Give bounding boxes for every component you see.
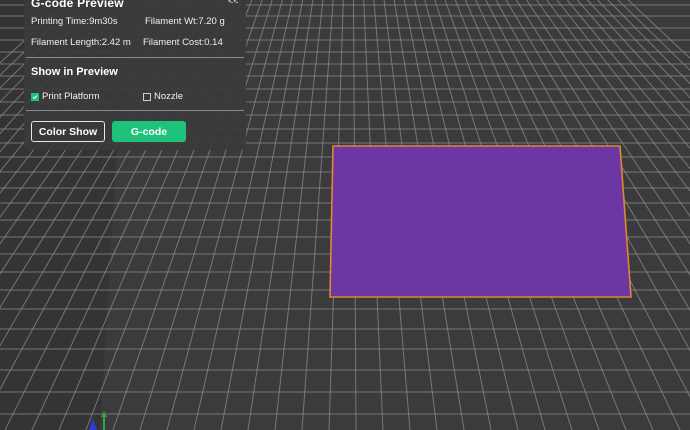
gcode-preview-panel: G-code Preview << Printing Time:9m30s Fi… [24,0,246,150]
filament-cost-stat: Filament Cost:0.14 [143,37,223,48]
nozzle-checkbox[interactable]: Nozzle [143,91,183,102]
checkbox-unchecked-icon [143,92,151,101]
3d-viewport[interactable]: G-code Preview << Printing Time:9m30s Fi… [0,0,690,430]
printed-layer [329,145,632,298]
collapse-panel-button[interactable]: << [228,0,239,6]
print-platform-checkbox[interactable]: Print Platform [31,91,100,102]
color-show-button[interactable]: Color Show [31,121,105,142]
printing-time-stat: Printing Time:9m30s [31,16,118,27]
filament-weight-stat: Filament Wt:7.20 g [145,16,225,27]
checkbox-checked-icon [31,92,39,101]
print-platform-label: Print Platform [42,91,100,102]
panel-title: G-code Preview [31,0,124,10]
divider [26,110,244,111]
show-in-preview-title: Show in Preview [31,66,118,78]
divider [26,57,244,58]
filament-length-stat: Filament Length:2.42 m [31,37,131,48]
nozzle-label: Nozzle [154,91,184,102]
gcode-button[interactable]: G-code [112,121,186,142]
